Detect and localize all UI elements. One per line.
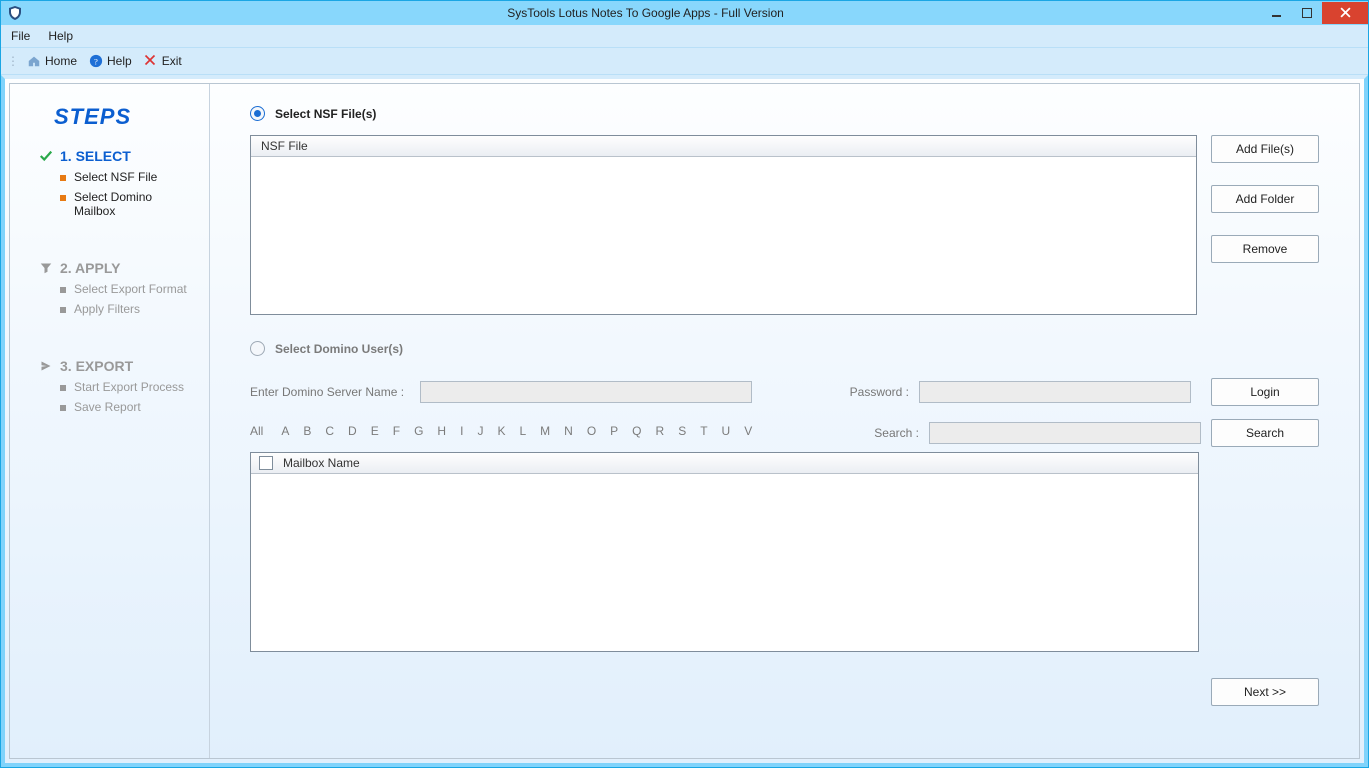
step-3-header[interactable]: 3. EXPORT: [38, 358, 191, 374]
nsf-file-header: NSF File: [251, 136, 1196, 157]
alpha-v[interactable]: V: [744, 424, 752, 438]
sidebar-item-select-domino[interactable]: Select Domino Mailbox: [60, 190, 191, 218]
alpha-o[interactable]: O: [587, 424, 596, 438]
menubar: File Help: [1, 25, 1368, 48]
radio-icon: [250, 106, 265, 121]
alphabet-filter: All ABCDEFGHIJKLMNOPQ RST UV: [250, 424, 752, 438]
search-button[interactable]: Search: [1211, 419, 1319, 447]
menu-file[interactable]: File: [11, 29, 30, 43]
step-1-label: 1. SELECT: [60, 148, 131, 164]
help-icon: ?: [89, 54, 103, 68]
radio-select-nsf[interactable]: Select NSF File(s): [250, 106, 1319, 121]
search-input[interactable]: [929, 422, 1201, 444]
sidebar-item-export-format[interactable]: Select Export Format: [60, 282, 191, 296]
server-name-input[interactable]: [420, 381, 752, 403]
check-icon: [38, 149, 54, 163]
minimize-button[interactable]: [1262, 2, 1292, 24]
step-2-label: 2. APPLY: [60, 260, 120, 276]
window-title: SysTools Lotus Notes To Google Apps - Fu…: [29, 6, 1262, 20]
home-icon: [27, 54, 41, 68]
maximize-button[interactable]: [1292, 2, 1322, 24]
add-folder-button[interactable]: Add Folder: [1211, 185, 1319, 213]
alpha-n[interactable]: N: [564, 424, 573, 438]
toolbar-help-label: Help: [107, 54, 132, 68]
radio-select-domino-label: Select Domino User(s): [275, 342, 403, 356]
step-3-label: 3. EXPORT: [60, 358, 133, 374]
nsf-file-grid[interactable]: NSF File: [250, 135, 1197, 315]
password-input[interactable]: [919, 381, 1191, 403]
sidebar-item-save-report[interactable]: Save Report: [60, 400, 191, 414]
alpha-m[interactable]: M: [540, 424, 550, 438]
menu-help[interactable]: Help: [48, 29, 73, 43]
mailbox-header: Mailbox Name: [251, 453, 1198, 474]
sidebar-item-start-export[interactable]: Start Export Process: [60, 380, 191, 394]
alpha-k[interactable]: K: [497, 424, 505, 438]
svg-text:?: ?: [94, 57, 98, 67]
alpha-r[interactable]: R: [656, 424, 665, 438]
alpha-l[interactable]: L: [519, 424, 526, 438]
steps-title: STEPS: [54, 104, 191, 130]
alpha-g[interactable]: G: [414, 424, 423, 438]
step-2-header[interactable]: 2. APPLY: [38, 260, 191, 276]
filter-icon: [38, 262, 54, 274]
alpha-all[interactable]: All: [250, 424, 263, 438]
toolbar-home-label: Home: [45, 54, 77, 68]
export-icon: [38, 360, 54, 372]
titlebar: SysTools Lotus Notes To Google Apps - Fu…: [1, 1, 1368, 25]
alpha-t[interactable]: T: [700, 424, 707, 438]
alpha-h[interactable]: H: [437, 424, 446, 438]
sidebar-item-apply-filters[interactable]: Apply Filters: [60, 302, 191, 316]
alpha-j[interactable]: J: [477, 424, 483, 438]
server-name-label: Enter Domino Server Name :: [250, 385, 410, 399]
toolbar-exit-label: Exit: [162, 54, 182, 68]
sidebar: STEPS 1. SELECT Select NSF File Select D…: [10, 84, 210, 758]
alpha-d[interactable]: D: [348, 424, 357, 438]
main-panel: Select NSF File(s) NSF File Add File(s) …: [210, 84, 1359, 758]
password-label: Password :: [850, 385, 909, 399]
select-all-checkbox[interactable]: [259, 456, 273, 470]
search-label: Search :: [874, 426, 919, 440]
add-files-button[interactable]: Add File(s): [1211, 135, 1319, 163]
close-button[interactable]: [1322, 2, 1368, 24]
alpha-a[interactable]: A: [281, 424, 289, 438]
exit-icon: [144, 54, 158, 68]
alpha-s[interactable]: S: [678, 424, 686, 438]
alpha-c[interactable]: C: [325, 424, 334, 438]
alpha-p[interactable]: P: [610, 424, 618, 438]
app-icon: [7, 5, 23, 21]
alpha-f[interactable]: F: [393, 424, 400, 438]
toolbar: ⋮ Home ? Help Exit: [1, 48, 1368, 75]
mailbox-grid[interactable]: Mailbox Name: [250, 452, 1199, 652]
toolbar-help[interactable]: ? Help: [85, 52, 136, 70]
alpha-i[interactable]: I: [460, 424, 463, 438]
step-1-header[interactable]: 1. SELECT: [38, 148, 191, 164]
radio-select-domino[interactable]: Select Domino User(s): [250, 341, 1319, 356]
alpha-e[interactable]: E: [371, 424, 379, 438]
alpha-b[interactable]: B: [303, 424, 311, 438]
alpha-u[interactable]: U: [722, 424, 731, 438]
toolbar-home[interactable]: Home: [23, 52, 81, 70]
remove-button[interactable]: Remove: [1211, 235, 1319, 263]
radio-icon: [250, 341, 265, 356]
next-button[interactable]: Next >>: [1211, 678, 1319, 706]
toolbar-exit[interactable]: Exit: [140, 52, 186, 70]
alpha-q[interactable]: Q: [632, 424, 641, 438]
radio-select-nsf-label: Select NSF File(s): [275, 107, 376, 121]
login-button[interactable]: Login: [1211, 378, 1319, 406]
sidebar-item-select-nsf[interactable]: Select NSF File: [60, 170, 191, 184]
